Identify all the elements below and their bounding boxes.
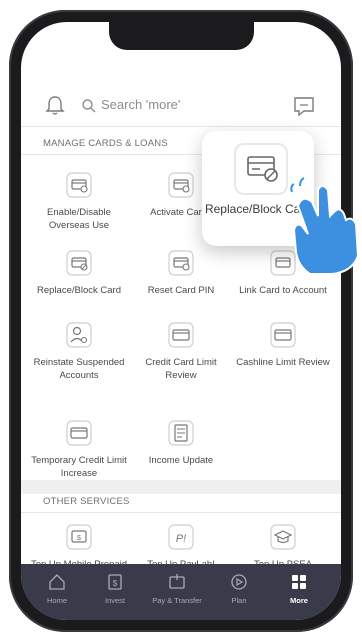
graduation-cap-icon bbox=[270, 524, 296, 550]
tile-label: Cashline Limit Review bbox=[236, 357, 330, 368]
svg-text:$: $ bbox=[113, 579, 118, 588]
search-input[interactable]: Search 'more' bbox=[75, 94, 275, 118]
card-activate-icon bbox=[168, 172, 194, 198]
search-icon bbox=[82, 99, 96, 113]
more-grid-icon bbox=[292, 575, 306, 589]
bottom-nav: Home $ Invest Pay & Transfer Plan More bbox=[21, 564, 341, 620]
paylah-icon: P! bbox=[168, 524, 194, 550]
chat-icon[interactable] bbox=[291, 93, 317, 119]
reset-card-pin-tile[interactable]: Reset Card PIN bbox=[131, 248, 231, 297]
section-band bbox=[21, 480, 341, 494]
cashline-card-icon bbox=[270, 322, 296, 348]
tab-label: Invest bbox=[104, 596, 125, 605]
tile-label: Reinstate Suspended Accounts bbox=[33, 357, 125, 381]
tile-label: Reset Card PIN bbox=[147, 285, 215, 296]
pay-transfer-icon bbox=[169, 574, 185, 589]
tab-plan[interactable]: Plan bbox=[211, 572, 267, 605]
enable-disable-overseas-tile[interactable]: Enable/Disable Overseas Use bbox=[29, 170, 129, 232]
user-settings-icon bbox=[66, 322, 92, 348]
tab-more[interactable]: More bbox=[271, 572, 327, 605]
search-placeholder: Search 'more' bbox=[101, 97, 181, 112]
tab-home[interactable]: Home bbox=[29, 572, 85, 605]
bell-icon[interactable] bbox=[43, 94, 67, 118]
phone-notch bbox=[109, 22, 254, 50]
card-settings-icon bbox=[66, 172, 92, 198]
reinstate-suspended-tile[interactable]: Reinstate Suspended Accounts bbox=[29, 320, 129, 382]
svg-text:$: $ bbox=[77, 535, 81, 542]
tile-label: Enable/Disable Overseas Use bbox=[47, 207, 111, 231]
credit-card-icon bbox=[168, 322, 194, 348]
card-block-icon bbox=[66, 250, 92, 276]
income-update-tile[interactable]: Income Update bbox=[131, 418, 231, 467]
tile-label: Temporary Credit Limit Increase bbox=[31, 455, 127, 479]
temporary-credit-limit-tile[interactable]: Temporary Credit Limit Increase bbox=[29, 418, 129, 480]
card-block-icon bbox=[234, 143, 288, 195]
tab-label: Pay & Transfer bbox=[152, 596, 202, 605]
section-divider bbox=[21, 512, 341, 513]
tile-label: Credit Card Limit Review bbox=[145, 357, 217, 381]
card-pin-icon bbox=[168, 250, 194, 276]
mobile-topup-icon: $ bbox=[66, 524, 92, 550]
section-title-manage: MANAGE CARDS & LOANS bbox=[43, 138, 168, 149]
svg-text:P!: P! bbox=[176, 533, 186, 545]
section-title-other: OTHER SERVICES bbox=[43, 496, 130, 507]
tab-invest[interactable]: $ Invest bbox=[87, 572, 143, 605]
header-divider bbox=[21, 126, 341, 127]
replace-block-card-tile[interactable]: Replace/Block Card bbox=[29, 248, 129, 297]
app-screen: Search 'more' MANAGE CARDS & LOANS Enabl… bbox=[21, 22, 341, 620]
document-icon bbox=[168, 420, 194, 446]
tab-label: Plan bbox=[231, 596, 247, 605]
cashline-limit-tile[interactable]: Cashline Limit Review bbox=[233, 320, 333, 369]
tile-label: Income Update bbox=[148, 455, 214, 466]
phone-frame: Search 'more' MANAGE CARDS & LOANS Enabl… bbox=[9, 10, 353, 632]
home-icon bbox=[49, 574, 65, 590]
tile-label: Replace/Block Card bbox=[37, 285, 121, 296]
tab-pay-transfer[interactable]: Pay & Transfer bbox=[149, 572, 205, 605]
top-bar: Search 'more' bbox=[21, 86, 341, 126]
credit-card-limit-tile[interactable]: Credit Card Limit Review bbox=[131, 320, 231, 382]
pointing-hand-icon bbox=[290, 177, 360, 275]
tile-label: Link Card to Account bbox=[239, 285, 327, 296]
tab-label: Home bbox=[46, 596, 67, 605]
invest-icon: $ bbox=[108, 574, 122, 590]
plan-icon bbox=[231, 574, 247, 590]
credit-increase-icon bbox=[66, 420, 92, 446]
tab-label: More bbox=[290, 596, 308, 605]
